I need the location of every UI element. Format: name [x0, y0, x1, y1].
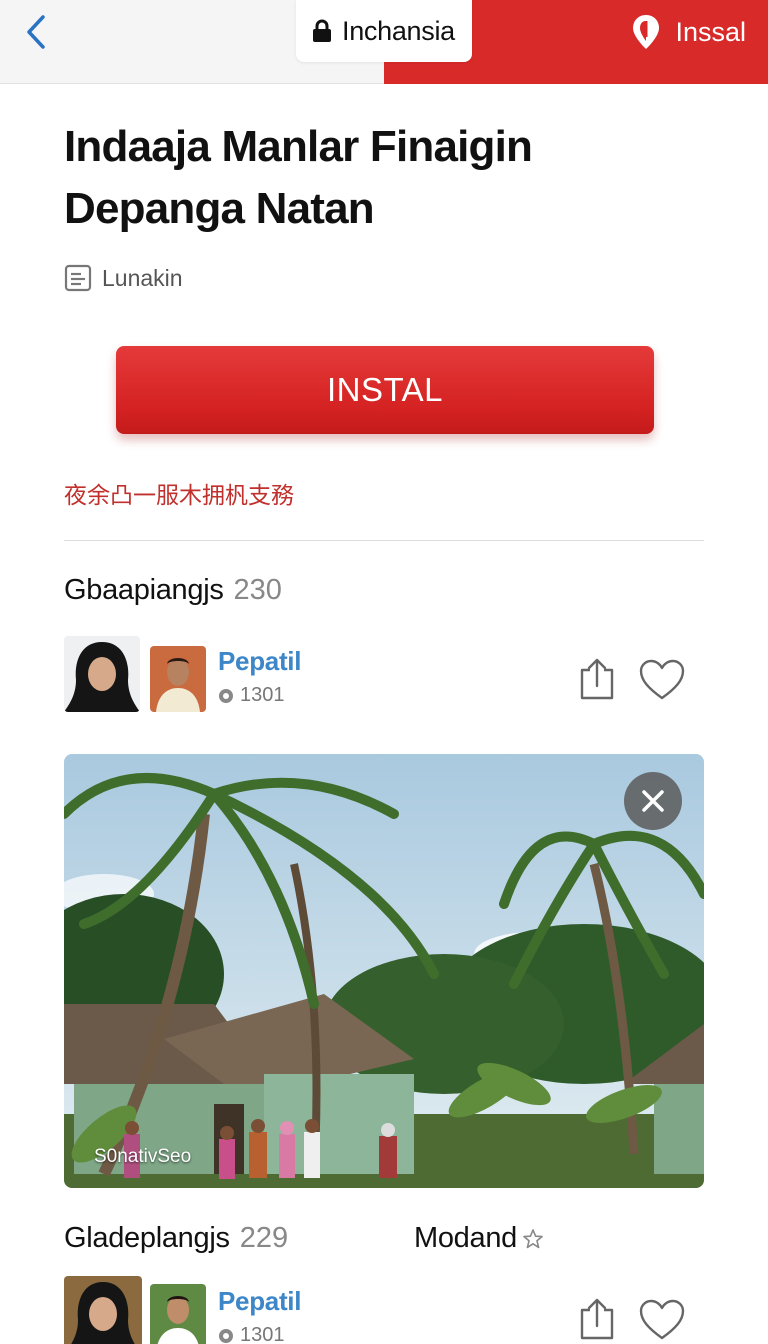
like-button[interactable]: [638, 1298, 686, 1342]
tropical-village-image: [64, 754, 704, 1188]
like-button[interactable]: [638, 658, 686, 702]
star-icon: [523, 1228, 543, 1248]
source-link[interactable]: Lunakin: [64, 262, 183, 294]
clock-icon: [219, 688, 233, 703]
avatar[interactable]: [64, 636, 140, 712]
section-name: Gbaapiangjs: [64, 574, 224, 606]
heart-icon: [639, 659, 685, 700]
modand-link[interactable]: Modand: [414, 1222, 543, 1255]
install-button-label: INSTAL: [326, 371, 444, 408]
avatar-image: [64, 1276, 142, 1344]
avatar-image: [150, 1284, 206, 1344]
share-button[interactable]: [576, 1296, 618, 1342]
close-icon: [642, 790, 664, 812]
modand-label: Modand: [414, 1222, 517, 1254]
document-icon: [64, 264, 92, 292]
address-bar[interactable]: Inchansia: [296, 0, 472, 62]
top-bar: Inchansia Inssal: [0, 0, 768, 84]
section-header: Gladeplangjs 229: [64, 1222, 288, 1262]
author-row: Pepatil 1301: [64, 1276, 704, 1344]
share-icon: [580, 1298, 614, 1340]
photo-caption: S0nativSeo: [94, 1146, 192, 1167]
author-meta: 1301: [218, 684, 285, 707]
source-label: Lunakin: [102, 264, 183, 291]
lock-icon: [313, 19, 331, 42]
author-meta: 1301: [218, 1324, 285, 1344]
avatar[interactable]: [150, 1284, 206, 1344]
section-count: 229: [239, 1222, 289, 1254]
post-photo[interactable]: S0nativSeo: [64, 754, 704, 1188]
author-row: Pepatil 1301: [64, 636, 704, 714]
author-name[interactable]: Pepatil: [218, 646, 301, 677]
install-top-label: Inssal: [675, 16, 746, 47]
avatar[interactable]: [64, 1276, 142, 1344]
address-text: Inchansia: [342, 15, 455, 46]
back-button[interactable]: [18, 12, 54, 52]
share-icon: [580, 658, 614, 700]
notice-text: 夜余凸一服木拥杋支務: [64, 482, 294, 508]
avatar[interactable]: [150, 646, 206, 712]
install-top-button[interactable]: Inssal: [631, 12, 746, 52]
author-meta-value: 1301: [240, 1324, 285, 1344]
chevron-left-icon: [27, 15, 45, 49]
share-button[interactable]: [576, 656, 618, 702]
close-photo-button[interactable]: [624, 772, 682, 830]
section-name: Gladeplangjs: [64, 1222, 230, 1254]
avatar-image: [150, 646, 206, 712]
avatar-image: [64, 636, 140, 712]
page-title: Indaaja Manlar Finaigin Depanga Natan: [64, 122, 533, 233]
author-meta-value: 1301: [240, 684, 285, 706]
clock-icon: [219, 1328, 233, 1343]
divider: [64, 540, 704, 541]
section-header: Gbaapiangjs 230: [64, 574, 282, 614]
section-count: 230: [233, 574, 282, 606]
heart-icon: [639, 1299, 685, 1340]
install-button[interactable]: INSTAL: [116, 346, 654, 434]
pin-icon: [633, 15, 660, 49]
author-name[interactable]: Pepatil: [218, 1286, 301, 1317]
